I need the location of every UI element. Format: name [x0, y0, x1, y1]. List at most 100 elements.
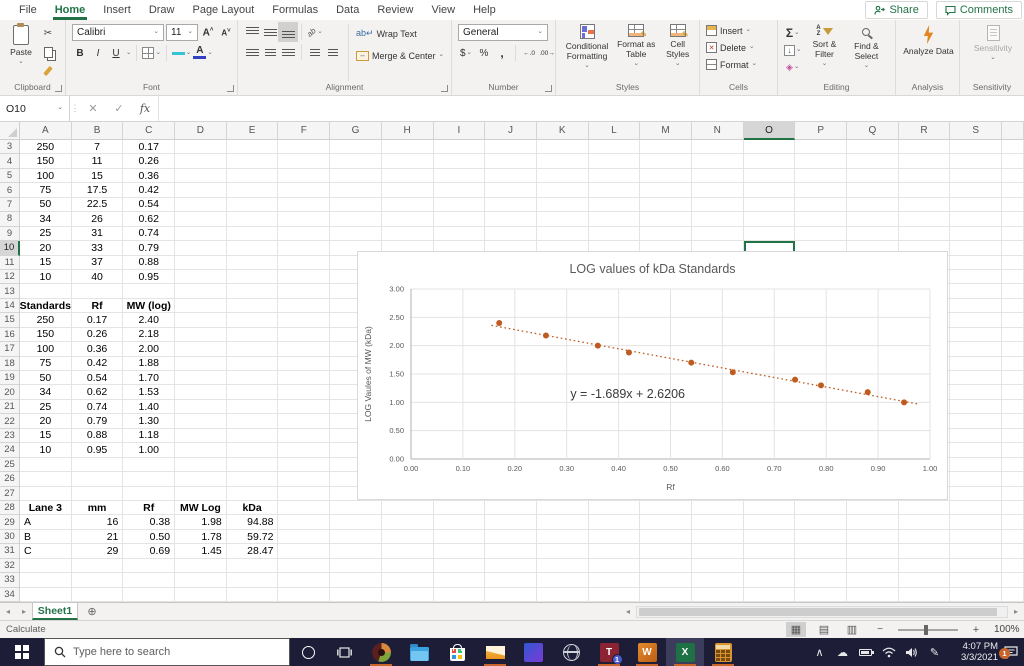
cell-F31[interactable] — [278, 544, 331, 559]
cell-B3[interactable]: 7 — [71, 140, 124, 155]
cell-I34[interactable] — [433, 587, 486, 602]
cell-S29[interactable] — [950, 515, 1003, 530]
cell-G34[interactable] — [330, 587, 382, 602]
cell-A27[interactable] — [20, 486, 72, 501]
cell-D14[interactable] — [175, 298, 227, 314]
row-header-30[interactable]: 30 — [0, 529, 20, 545]
cell-S19[interactable] — [950, 371, 1003, 386]
cell-F3[interactable] — [278, 140, 331, 155]
cell-E27[interactable] — [226, 486, 279, 501]
cell-D25[interactable] — [175, 457, 227, 473]
cell-Q30[interactable] — [847, 529, 899, 545]
cell-D32[interactable] — [175, 558, 227, 574]
cell-S33[interactable] — [950, 573, 1003, 588]
cell-C22[interactable]: 1.30 — [123, 414, 176, 429]
cell-S8[interactable] — [950, 212, 1003, 227]
cell-M30[interactable] — [640, 529, 692, 545]
cell-C21[interactable]: 1.40 — [123, 399, 176, 415]
align-middle-button[interactable] — [262, 24, 278, 40]
cell-D17[interactable] — [175, 342, 227, 357]
ribbon-tab-data[interactable]: Data — [327, 0, 368, 20]
cell-S27[interactable] — [950, 486, 1003, 501]
cell-C15[interactable]: 2.40 — [123, 313, 176, 328]
cell-E22[interactable] — [226, 414, 279, 429]
cell-E21[interactable] — [226, 399, 279, 415]
cell-E17[interactable] — [226, 342, 279, 357]
cell-J5[interactable] — [485, 168, 537, 184]
cell-J34[interactable] — [485, 587, 537, 602]
cell-B31[interactable]: 29 — [71, 544, 124, 559]
cell-F25[interactable] — [278, 457, 331, 473]
cell-Q31[interactable] — [847, 544, 899, 559]
insert-cells-button[interactable]: Insert ⌄ — [706, 22, 751, 39]
col-header-H[interactable]: H — [381, 122, 434, 140]
cell-E10[interactable] — [226, 241, 279, 256]
cell-N32[interactable] — [691, 558, 744, 574]
clipboard-dialog-launcher[interactable] — [55, 85, 62, 92]
cell-S16[interactable] — [950, 327, 1003, 343]
cell-H7[interactable] — [381, 197, 434, 213]
cell-O34[interactable] — [743, 587, 796, 602]
cell-F21[interactable] — [278, 399, 331, 415]
cell-K6[interactable] — [536, 183, 589, 198]
row-header-6[interactable]: 6 — [0, 183, 20, 198]
cell-D11[interactable] — [175, 255, 227, 270]
edge-browser-button[interactable] — [552, 638, 590, 666]
cell-S34[interactable] — [950, 587, 1003, 602]
cell-E33[interactable] — [226, 573, 279, 588]
cell-S26[interactable] — [950, 472, 1003, 487]
cell-Q29[interactable] — [847, 515, 899, 530]
cell-K3[interactable] — [536, 140, 589, 155]
cell-C9[interactable]: 0.74 — [123, 226, 176, 242]
row-header-9[interactable]: 9 — [0, 226, 20, 242]
decrease-font-button[interactable]: A˅ — [218, 25, 234, 41]
italic-button[interactable]: I — [90, 45, 106, 61]
cell-H31[interactable] — [381, 544, 434, 559]
cell-F6[interactable] — [278, 183, 331, 198]
ribbon-tab-formulas[interactable]: Formulas — [263, 0, 327, 20]
paste-button[interactable]: Paste ⌄ — [6, 23, 36, 66]
cell-I6[interactable] — [433, 183, 486, 198]
cell-A3[interactable]: 250 — [20, 140, 72, 155]
conditional-formatting-button[interactable]: Conditional Formatting ⌄ — [562, 23, 612, 70]
row-header-20[interactable]: 20 — [0, 385, 20, 400]
cell-B12[interactable]: 40 — [71, 269, 124, 285]
clear-button[interactable]: ◈ ⌄ — [784, 59, 801, 75]
cell-A8[interactable]: 34 — [20, 212, 72, 227]
cell-Q8[interactable] — [847, 212, 899, 227]
ribbon-tab-review[interactable]: Review — [368, 0, 422, 20]
cell-C28[interactable]: Rf — [123, 500, 176, 516]
zoom-out-button[interactable]: − — [870, 622, 890, 637]
cell-D5[interactable] — [175, 168, 227, 184]
cell-M32[interactable] — [640, 558, 692, 574]
cell-A6[interactable]: 75 — [20, 183, 72, 198]
cell-A30[interactable]: B — [20, 529, 72, 545]
row-header-25[interactable]: 25 — [0, 457, 20, 473]
col-header-Q[interactable]: Q — [847, 122, 899, 140]
fill-button[interactable]: ↓ ⌄ — [784, 42, 801, 58]
cell-E15[interactable] — [226, 313, 279, 328]
cell-F28[interactable] — [278, 500, 331, 516]
cell-Q34[interactable] — [847, 587, 899, 602]
row-header-32[interactable]: 32 — [0, 558, 20, 574]
cell-B9[interactable]: 31 — [71, 226, 124, 242]
cell-O9[interactable] — [743, 226, 796, 242]
cell-S15[interactable] — [950, 313, 1003, 328]
cell-Q5[interactable] — [847, 168, 899, 184]
cell-M29[interactable] — [640, 515, 692, 530]
cell-C19[interactable]: 1.70 — [123, 371, 176, 386]
cell-B24[interactable]: 0.95 — [71, 443, 124, 458]
cell-L7[interactable] — [588, 197, 641, 213]
cell-P28[interactable] — [795, 500, 847, 516]
cell-F8[interactable] — [278, 212, 331, 227]
cell-B20[interactable]: 0.62 — [71, 385, 124, 400]
cell-B23[interactable]: 0.88 — [71, 428, 124, 444]
align-bottom-button[interactable] — [278, 22, 298, 42]
cortana-button[interactable] — [290, 638, 326, 666]
cell-K5[interactable] — [536, 168, 589, 184]
cell-A4[interactable]: 150 — [20, 154, 72, 169]
row-header-8[interactable]: 8 — [0, 212, 20, 227]
cell-D3[interactable] — [175, 140, 227, 155]
cell-A11[interactable]: 15 — [20, 255, 72, 270]
cell-S22[interactable] — [950, 414, 1003, 429]
